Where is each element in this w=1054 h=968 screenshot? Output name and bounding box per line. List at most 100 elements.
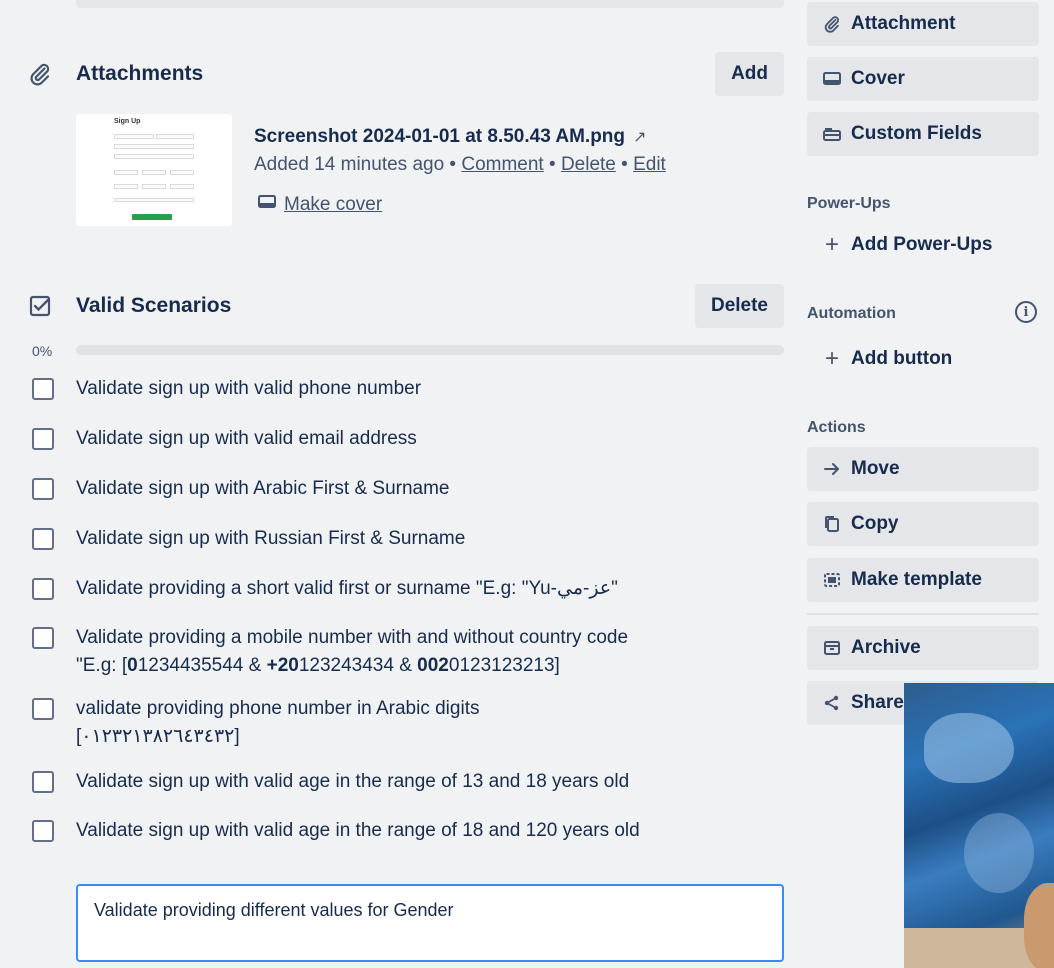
thumb-field	[142, 170, 166, 175]
actions-label: Actions	[807, 419, 866, 436]
checklist-progress-bar	[76, 345, 784, 355]
thumb-field	[114, 184, 138, 189]
meta-separator: •	[621, 154, 628, 175]
checklist-item-checkbox[interactable]	[32, 428, 54, 450]
checklist-item-checkbox[interactable]	[32, 528, 54, 550]
checklist-item-checkbox[interactable]	[32, 378, 54, 400]
checklist-item-checkbox[interactable]	[32, 820, 54, 842]
card-main-column: Attachments Add Sign Up Screenshot 2024-…	[0, 0, 800, 968]
move-button[interactable]: Move	[807, 447, 1039, 491]
add-attachment-button[interactable]: Add	[715, 52, 784, 96]
meta-separator: •	[549, 154, 556, 175]
copy-icon	[821, 515, 843, 533]
plus-icon: +	[824, 231, 839, 258]
comment-link[interactable]: Comment	[461, 154, 543, 175]
attachment-thumbnail[interactable]: Sign Up	[76, 114, 232, 226]
cover-icon	[258, 194, 276, 216]
thumb-field	[114, 144, 194, 149]
share-icon	[821, 694, 843, 712]
checklist-item: Validate providing a mobile number with …	[32, 627, 672, 680]
checklist-item-text[interactable]: validate providing phone number in Arabi…	[76, 695, 552, 751]
archive-icon	[821, 640, 843, 656]
paperclip-icon	[821, 15, 843, 33]
checklist-item-text[interactable]: Validate sign up with valid age in the r…	[76, 768, 629, 796]
share-button-label: Share	[851, 692, 904, 713]
checklist-item: Validate sign up with valid age in the r…	[32, 820, 652, 845]
thumb-field	[114, 198, 194, 202]
attachment-meta: Added 14 minutes ago • Comment • Delete …	[254, 154, 666, 176]
checklist-item-checkbox[interactable]	[32, 627, 54, 649]
thumb-field	[142, 184, 166, 189]
checklist-item-text[interactable]: Validate providing a short valid first o…	[76, 575, 618, 603]
open-external-icon[interactable]: ↗	[633, 129, 646, 146]
item-text-part: 0123123213]	[448, 655, 560, 676]
video-background-blob	[964, 813, 1034, 893]
make-template-button[interactable]: Make template	[807, 558, 1039, 602]
sidebar-divider	[807, 613, 1039, 615]
checklist-header: Valid Scenarios Delete	[28, 283, 784, 329]
item-text-bold: 0	[127, 655, 138, 676]
paperclip-icon	[28, 62, 56, 86]
checklist-item-checkbox[interactable]	[32, 698, 54, 720]
custom-fields-button[interactable]: Custom Fields	[807, 112, 1039, 156]
delete-link[interactable]: Delete	[561, 154, 616, 175]
checklist-title: Valid Scenarios	[76, 294, 232, 317]
cover-button-label: Cover	[851, 68, 905, 89]
add-button-button[interactable]: + Add button	[807, 337, 1039, 381]
make-cover-link[interactable]: Make cover	[258, 194, 382, 216]
checklist-item-checkbox[interactable]	[32, 771, 54, 793]
item-text-part: 123243434 &	[298, 655, 418, 676]
video-background-blob	[924, 713, 1014, 783]
checklist-item-text[interactable]: Validate sign up with valid email addres…	[76, 425, 417, 453]
item-text-bold: +20	[266, 655, 299, 676]
checklist-item: Validate sign up with Arabic First & Sur…	[32, 478, 712, 503]
meta-separator: •	[449, 154, 457, 175]
checklist-item: Validate providing a short valid first o…	[32, 578, 712, 603]
attachment-button[interactable]: Attachment	[807, 2, 1039, 46]
attachment-item: Sign Up Screenshot 2024-01-01 at 8.50.43…	[76, 114, 776, 226]
checklist-item-text[interactable]: Validate sign up with Arabic First & Sur…	[76, 475, 450, 503]
checklist-item-text[interactable]: Validate sign up with valid age in the r…	[76, 817, 640, 845]
make-cover-label: Make cover	[284, 194, 383, 215]
description-bottom-edge	[76, 0, 784, 8]
info-icon[interactable]: i	[1015, 301, 1037, 323]
arrow-right-icon	[821, 461, 843, 477]
attachment-added-time: Added 14 minutes ago	[254, 154, 445, 175]
cover-button[interactable]: Cover	[807, 57, 1039, 101]
thumb-field	[114, 170, 138, 175]
checklist-item: validate providing phone number in Arabi…	[32, 698, 552, 751]
checklist-item-text[interactable]: Validate sign up with valid phone number	[76, 375, 421, 403]
item-text-part: 1234435544 &	[137, 655, 267, 676]
checklist-item: Validate sign up with valid age in the r…	[32, 771, 712, 796]
checklist-item-text[interactable]: Validate providing a mobile number with …	[76, 624, 672, 680]
copy-button[interactable]: Copy	[807, 502, 1039, 546]
delete-checklist-button[interactable]: Delete	[694, 284, 784, 328]
checklist-item-checkbox[interactable]	[32, 578, 54, 600]
make-template-button-label: Make template	[851, 569, 982, 590]
webcam-overlay	[904, 683, 1054, 968]
attachments-title: Attachments	[76, 62, 204, 85]
custom-fields-icon	[821, 126, 843, 142]
cover-icon	[821, 71, 843, 87]
thumb-field	[170, 184, 194, 189]
checklist-item-checkbox[interactable]	[32, 478, 54, 500]
checklist-item: Validate sign up with valid phone number	[32, 378, 712, 403]
checklist-icon	[28, 294, 56, 318]
new-checklist-item-input[interactable]: Validate providing different values for …	[76, 884, 784, 962]
add-power-ups-button[interactable]: + Add Power-Ups	[807, 223, 1039, 267]
add-power-ups-label: Add Power-Ups	[851, 234, 993, 255]
archive-button[interactable]: Archive	[807, 626, 1039, 670]
plus-icon: +	[824, 345, 839, 372]
item-text-bold: 002	[417, 655, 449, 676]
archive-button-label: Archive	[851, 637, 921, 658]
thumb-signup-button	[132, 214, 172, 220]
edit-link[interactable]: Edit	[633, 154, 666, 175]
attachment-filename[interactable]: Screenshot 2024-01-01 at 8.50.43 AM.png ↗	[254, 126, 646, 148]
checklist-item: Validate sign up with valid email addres…	[32, 428, 712, 453]
checklist-item-text[interactable]: Validate sign up with Russian First & Su…	[76, 525, 465, 553]
move-button-label: Move	[851, 458, 900, 479]
thumbnail-title: Sign Up	[114, 118, 141, 125]
template-icon	[821, 571, 843, 589]
thumb-field	[156, 134, 194, 139]
checklist-progress-percent: 0%	[32, 343, 53, 359]
